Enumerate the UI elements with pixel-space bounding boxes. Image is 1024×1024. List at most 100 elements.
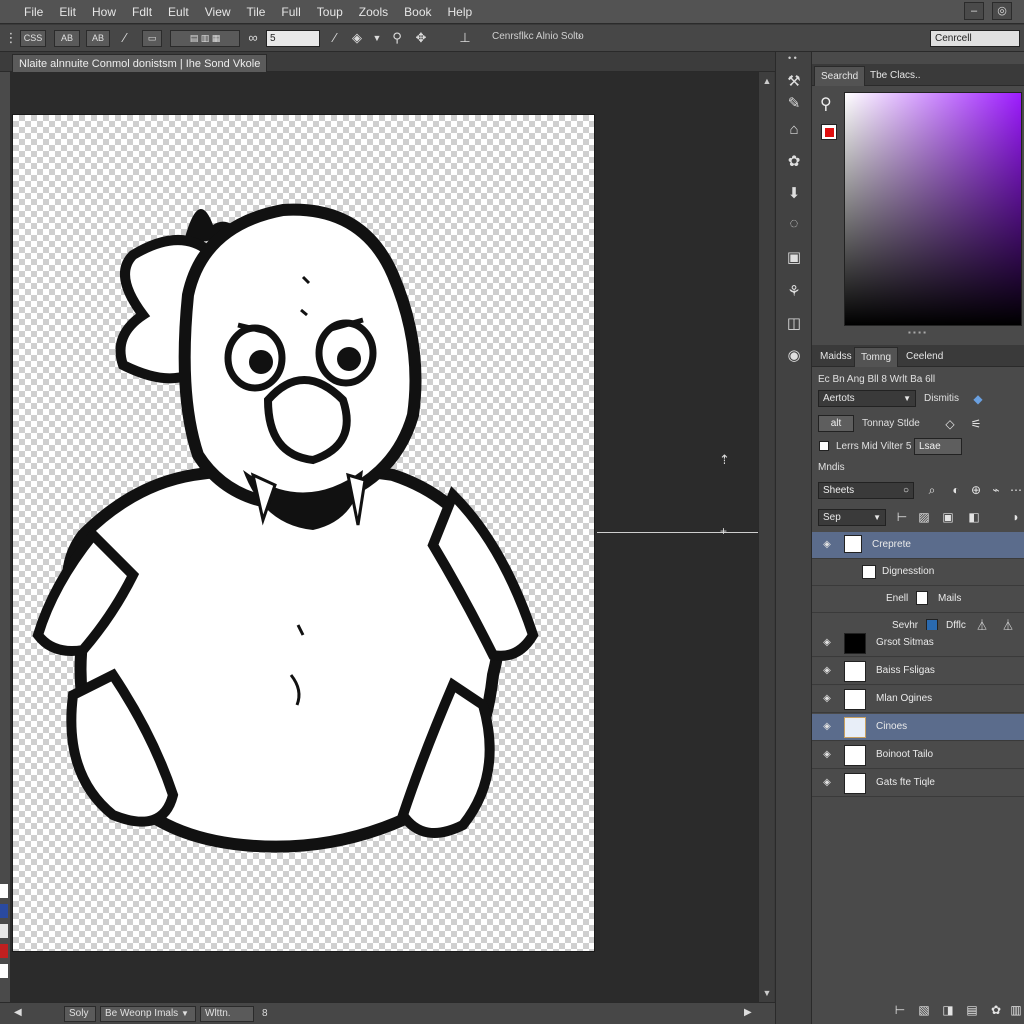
tab-tomng[interactable]: Tomng <box>854 347 899 367</box>
eye-icon[interactable]: ◈ <box>820 776 834 790</box>
link-icon[interactable]: ∞ <box>244 29 262 47</box>
scroll-right-arrow-icon[interactable]: ▶ <box>744 1007 752 1018</box>
checkbox[interactable] <box>819 441 829 451</box>
layer-row[interactable]: ◈ Baiss Fsligas <box>812 658 1024 685</box>
new-layer-icon[interactable]: ✿ <box>988 1002 1004 1018</box>
blend-mode-select[interactable]: Sep ▼ <box>818 509 886 526</box>
menu-how[interactable]: How <box>84 5 124 19</box>
filter-icon[interactable]: ⌕ <box>924 482 940 498</box>
lasso-tool-icon[interactable]: ◌ <box>780 212 808 236</box>
eye-icon[interactable]: ◈ <box>820 664 834 678</box>
menu-zools[interactable]: Zools <box>351 5 396 19</box>
menu-full[interactable]: Full <box>273 5 308 19</box>
swatch-light[interactable] <box>0 924 8 938</box>
stamp-icon[interactable]: ⊥ <box>456 29 474 47</box>
size-input[interactable]: 5 <box>266 30 320 47</box>
menu-tile[interactable]: Tile <box>239 5 274 19</box>
workspace-select[interactable]: Cenrcell <box>930 30 1020 47</box>
trash-icon[interactable]: ▥ <box>1008 1002 1024 1018</box>
new-group-icon[interactable]: ▤ <box>964 1002 980 1018</box>
gradient-tool-icon[interactable]: ▣ <box>780 246 808 270</box>
swatch-blue[interactable] <box>0 904 8 918</box>
eye-icon[interactable]: ◈ <box>820 636 834 650</box>
checkbox-value-field[interactable]: Lsae <box>914 438 962 455</box>
info-icon[interactable]: ◆ <box>970 391 986 407</box>
move-icon[interactable]: ✥ <box>412 29 430 47</box>
adjust-icon-2[interactable]: ◗ <box>1008 509 1024 525</box>
menu-file[interactable]: File <box>0 5 51 19</box>
lock-icon[interactable]: ⊕ <box>968 482 984 498</box>
scroll-up-arrow-icon[interactable]: ▲ <box>759 74 775 88</box>
doc-info-select[interactable]: Be Weonp Imals ▼ <box>100 1006 196 1022</box>
document-tab[interactable]: Nlaite alnnuite Conmol donistsm | Ihe So… <box>12 54 268 72</box>
image-icon[interactable]: ▨ <box>916 509 932 525</box>
option-css-button[interactable]: CSS <box>20 30 46 47</box>
menu-fdlt[interactable]: Fdlt <box>124 5 160 19</box>
menu-help[interactable]: Help <box>440 5 481 19</box>
tab-maidss[interactable]: Maidss <box>814 347 858 367</box>
minimize-button[interactable]: – <box>964 2 984 20</box>
stamp-tool-icon[interactable]: ⌂ <box>780 118 808 142</box>
eye-icon[interactable]: ◈ <box>820 538 834 552</box>
rect-toggle-button[interactable]: ▭ <box>142 30 162 47</box>
pencil-tool-icon[interactable]: ✎ <box>780 92 808 116</box>
menu-edit[interactable]: Elit <box>51 5 84 19</box>
layer-row[interactable]: ◈ Cinoes <box>812 714 1024 741</box>
scroll-down-arrow-icon[interactable]: ▼ <box>759 986 775 1000</box>
zoom-field[interactable]: Soly <box>64 1006 96 1022</box>
vertical-scrollbar[interactable]: ▲ ▼ <box>758 72 774 1002</box>
pin-icon[interactable]: ⇡ <box>719 452 730 468</box>
brush-tool-icon[interactable]: ⚒ <box>780 70 808 94</box>
more-icon[interactable]: ⋯ <box>1008 482 1024 498</box>
layer-row[interactable]: ◈ Creprete <box>812 532 1024 559</box>
eye-icon[interactable]: ◈ <box>820 692 834 706</box>
foreground-color-swatch[interactable] <box>821 124 837 140</box>
layer-row[interactable]: Enell Mails <box>812 586 1024 613</box>
mode-toggle-group[interactable]: ▤ ▥ ▦ <box>170 30 240 47</box>
mask-icon[interactable]: ⊢ <box>894 509 910 525</box>
guide-line[interactable] <box>597 532 758 533</box>
link-layers-icon[interactable]: ⊢ <box>892 1002 908 1018</box>
option-ab-button[interactable]: AB <box>54 30 80 47</box>
alt-button[interactable]: alt <box>818 415 854 432</box>
scroll-left-arrow-icon[interactable]: ◀ <box>14 1007 22 1018</box>
menu-eult[interactable]: Eult <box>160 5 197 19</box>
layer-icon[interactable]: ◧ <box>966 509 982 525</box>
frame-tool-icon[interactable]: ◫ <box>780 312 808 336</box>
swatch-red[interactable] <box>0 944 8 958</box>
preset-select[interactable]: Aertots ▼ <box>818 390 916 407</box>
link-icon[interactable]: ⌁ <box>988 482 1004 498</box>
search-icon[interactable]: ⚲ <box>388 29 406 47</box>
menu-view[interactable]: View <box>197 5 239 19</box>
tab-swatches[interactable]: Searchd <box>814 66 866 86</box>
restore-button[interactable]: ◎ <box>992 2 1012 20</box>
dodge-tool-icon[interactable]: ⚘ <box>780 280 808 304</box>
tab-ceelend[interactable]: Ceelend <box>900 347 949 367</box>
menu-book[interactable]: Book <box>396 5 439 19</box>
hue-slider-ticks[interactable]: ▪ ▪ ▪ ▪ <box>908 328 926 337</box>
eraser-tool-icon[interactable]: ⬇ <box>780 182 808 206</box>
canvas-area[interactable]: ⇡ + <box>10 72 758 1002</box>
layer-search-input[interactable]: Sheets ○ <box>818 482 914 499</box>
camera-tool-icon[interactable]: ◉ <box>780 344 808 368</box>
layer-row[interactable]: ◈ Gats fte Tiqle <box>812 770 1024 797</box>
artboard[interactable] <box>12 114 595 952</box>
color-picker-field[interactable] <box>844 92 1022 326</box>
fx-icon[interactable]: ▧ <box>916 1002 932 1018</box>
search-icon[interactable]: ⚲ <box>820 94 832 114</box>
menu-toup[interactable]: Toup <box>309 5 351 19</box>
history-brush-icon[interactable]: ✿ <box>780 150 808 174</box>
eye-icon[interactable]: ◈ <box>820 748 834 762</box>
chevron-down-icon[interactable]: ▼ <box>368 29 386 47</box>
layer-row[interactable]: ◈ Mlan Ogines <box>812 686 1024 713</box>
tab-color[interactable]: Tbe Clacs.. <box>864 66 927 86</box>
collapse-icon[interactable]: • • <box>788 53 797 63</box>
expand-icon[interactable]: ◇ <box>942 416 958 432</box>
layer-row[interactable]: Dignesstion <box>812 559 1024 586</box>
option-ab2-button[interactable]: AB <box>86 30 110 47</box>
pen-icon[interactable]: ⁄ <box>116 29 134 47</box>
layer-row[interactable]: ◈ Boinoot Tailo <box>812 742 1024 769</box>
brush-icon[interactable]: ⁄ <box>326 29 344 47</box>
mask-add-icon[interactable]: ◨ <box>940 1002 956 1018</box>
sliders-icon[interactable]: ⚟ <box>968 416 984 432</box>
